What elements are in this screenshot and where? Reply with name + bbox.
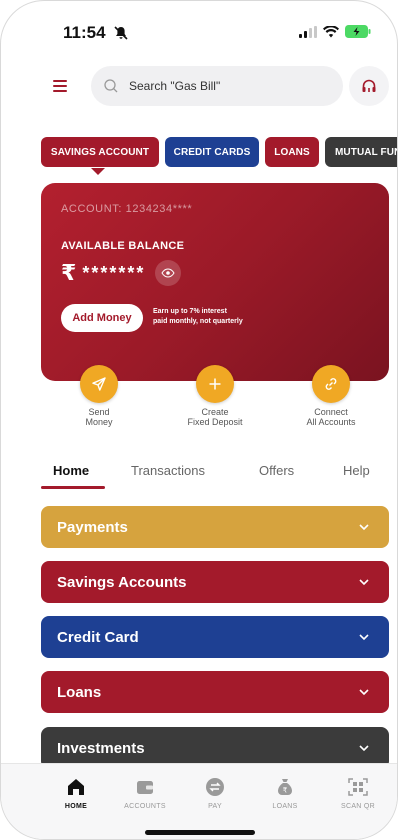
tab-offers[interactable]: Offers (259, 463, 294, 478)
support-button[interactable] (349, 66, 389, 106)
nav-pay-label: PAY (208, 803, 222, 810)
transfer-icon (206, 778, 224, 796)
tab-mutual-funds[interactable]: MUTUAL FUN (325, 137, 397, 167)
wifi-icon (323, 25, 339, 37)
section-payments-label: Payments (57, 518, 128, 536)
active-tab-underline (41, 486, 105, 489)
send-money-label-line2: Money (85, 417, 113, 427)
connect-accounts-label-line2: All Accounts (306, 417, 356, 427)
promo-line-1: Earn up to 7% interest (153, 308, 227, 315)
tab-savings-account[interactable]: SAVINGS ACCOUNT (41, 137, 159, 167)
promo-line-2: paid monthly, not quarterly (153, 318, 243, 325)
tab-help[interactable]: Help (343, 463, 370, 478)
connect-accounts-label-line1: Connect (314, 407, 348, 417)
home-indicator (145, 830, 255, 835)
tab-home[interactable]: Home (53, 463, 89, 478)
money-bag-icon: ₹ (278, 779, 292, 795)
search-placeholder: Search "Gas Bill" (129, 79, 221, 93)
selected-tab-pointer (91, 168, 105, 175)
send-money-action[interactable]: Send Money (49, 365, 149, 427)
section-credit-card[interactable]: Credit Card (41, 616, 389, 658)
search-input[interactable]: Search "Gas Bill" (91, 66, 343, 106)
bottom-navigation: HOME ACCOUNTS PAY ₹ LOANS SCAN QR (1, 763, 397, 839)
tab-credit-cards[interactable]: CREDIT CARDS (165, 137, 259, 167)
nav-home[interactable]: HOME (44, 776, 108, 810)
create-fd-label: Create Fixed Deposit (165, 407, 265, 427)
category-tabs: SAVINGS ACCOUNT CREDIT CARDS LOANS MUTUA… (41, 137, 397, 169)
masked-balance: ******* (82, 262, 146, 283)
send-money-button[interactable] (80, 365, 118, 403)
qr-scan-icon (348, 778, 368, 796)
content-tabs: Home Transactions Offers Help (41, 461, 389, 491)
eye-icon (161, 268, 175, 278)
hamburger-menu-icon[interactable] (51, 77, 71, 95)
headset-icon (362, 79, 376, 92)
link-icon (325, 378, 337, 390)
svg-text:₹: ₹ (283, 787, 288, 795)
show-balance-button[interactable] (155, 260, 182, 286)
header: Search "Gas Bill" (39, 65, 391, 109)
section-loans[interactable]: Loans (41, 671, 389, 713)
phone-screen: 11:54 Search "Gas Bill" SAVINGS ACCOUNT … (0, 0, 398, 840)
nav-accounts[interactable]: ACCOUNTS (113, 776, 177, 810)
status-time: 11:54 (63, 23, 106, 42)
battery-charging-icon (345, 25, 371, 38)
nav-scan-qr[interactable]: SCAN QR (326, 776, 390, 810)
create-fd-label-line1: Create (201, 407, 229, 417)
add-money-button[interactable]: Add Money (61, 304, 143, 332)
nav-pay[interactable]: PAY (183, 776, 247, 810)
status-icons (299, 25, 371, 38)
connect-accounts-label: Connect All Accounts (281, 407, 381, 427)
signal-icon (299, 25, 317, 38)
wallet-icon (137, 781, 153, 794)
connect-accounts-action[interactable]: Connect All Accounts (281, 365, 381, 427)
plus-icon (209, 378, 221, 390)
balance-row: ₹ ******* (61, 260, 182, 286)
home-icon (68, 779, 84, 795)
connect-accounts-button[interactable] (312, 365, 350, 403)
status-bar: 11:54 (1, 21, 397, 45)
chevron-down-icon (359, 524, 369, 531)
nav-loans-label: LOANS (272, 803, 298, 810)
nav-loans[interactable]: ₹ LOANS (253, 776, 317, 810)
send-money-label-line1: Send (88, 407, 110, 417)
send-icon (92, 377, 106, 391)
create-fd-button[interactable] (196, 365, 234, 403)
section-savings-label: Savings Accounts (57, 573, 187, 591)
create-fd-action[interactable]: Create Fixed Deposit (165, 365, 265, 427)
chevron-down-icon (359, 634, 369, 641)
chevron-down-icon (359, 689, 369, 696)
rupee-symbol: ₹ (61, 260, 77, 285)
account-number: ACCOUNT: 1234234**** (61, 203, 193, 215)
interest-promo-text: Earn up to 7% interest paid monthly, not… (153, 307, 243, 327)
section-credit-card-label: Credit Card (57, 628, 139, 646)
section-loans-label: Loans (57, 683, 102, 701)
tab-loans[interactable]: LOANS (265, 137, 319, 167)
section-savings-accounts[interactable]: Savings Accounts (41, 561, 389, 603)
create-fd-label-line2: Fixed Deposit (187, 417, 243, 427)
nav-home-label: HOME (64, 803, 88, 810)
nav-scan-qr-label: SCAN QR (341, 803, 375, 810)
tab-transactions[interactable]: Transactions (131, 463, 205, 478)
nav-accounts-label: ACCOUNTS (124, 803, 166, 810)
send-money-label: Send Money (49, 407, 149, 427)
search-icon (104, 79, 118, 93)
section-investments-label: Investments (57, 739, 145, 757)
account-card[interactable]: ACCOUNT: 1234234**** AVAILABLE BALANCE ₹… (41, 183, 389, 381)
chevron-down-icon (359, 579, 369, 586)
chevron-down-icon (359, 745, 369, 752)
section-payments[interactable]: Payments (41, 506, 389, 548)
available-balance-label: AVAILABLE BALANCE (61, 240, 185, 252)
bell-slash-icon (114, 26, 128, 40)
